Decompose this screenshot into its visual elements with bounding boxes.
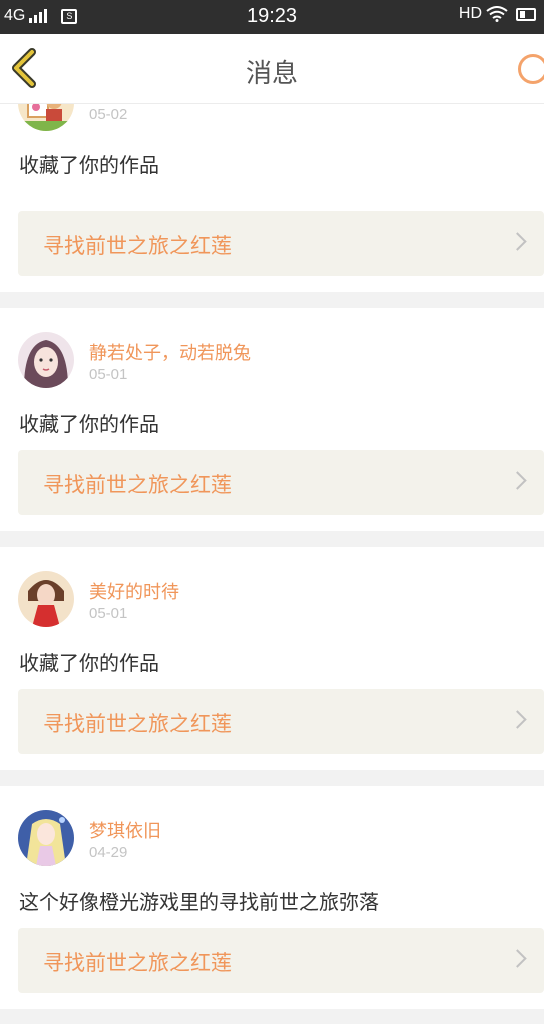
username[interactable]: 美好的时待 — [89, 578, 179, 604]
hd-label: HD — [458, 5, 482, 22]
avatar[interactable] — [18, 332, 74, 388]
avatar[interactable] — [18, 571, 74, 627]
message-date: 05-01 — [89, 605, 128, 622]
work-link[interactable]: 寻找前世之旅之红莲 — [18, 450, 544, 515]
chevron-right-icon — [508, 232, 527, 251]
chevron-right-icon — [508, 949, 527, 968]
work-link[interactable]: 寻找前世之旅之红莲 — [18, 928, 544, 993]
message-date: 05-01 — [89, 366, 128, 383]
work-title: 寻找前世之旅之红莲 — [43, 712, 232, 736]
battery-icon — [516, 7, 536, 21]
message-card: 美好的时待 05-01 收藏了你的作品 寻找前世之旅之红莲 — [0, 547, 544, 770]
username[interactable]: 静若处子，动若脱兔 — [89, 339, 251, 365]
wifi-icon — [486, 6, 508, 22]
work-link[interactable]: 寻找前世之旅之红莲 — [18, 211, 544, 276]
message-text: 这个好像橙光游戏里的寻找前世之旅弥落 — [19, 890, 379, 914]
work-title: 寻找前世之旅之红莲 — [43, 234, 232, 258]
message-text: 收藏了你的作品 — [19, 412, 159, 436]
username[interactable]: 梦琪依旧 — [89, 817, 161, 843]
work-title: 寻找前世之旅之红莲 — [43, 951, 232, 975]
chevron-right-icon — [508, 710, 527, 729]
message-date: 04-29 — [89, 844, 128, 861]
message-card: emotians 05-02 收藏了你的作品 寻找前世之旅之红莲 — [0, 75, 544, 292]
message-text: 收藏了你的作品 — [19, 651, 159, 675]
message-card: 梦琪依旧 04-29 这个好像橙光游戏里的寻找前世之旅弥落 寻找前世之旅之红莲 — [0, 786, 544, 1009]
status-bar: 4G S 19:23 HD — [0, 0, 544, 34]
message-date: 05-02 — [89, 106, 128, 123]
refresh-icon[interactable] — [518, 54, 544, 84]
message-text: 收藏了你的作品 — [19, 153, 159, 177]
work-title: 寻找前世之旅之红莲 — [43, 473, 232, 497]
chevron-right-icon — [508, 471, 527, 490]
page-title: 消息 — [245, 59, 298, 89]
status-right: HD — [459, 5, 536, 23]
work-link[interactable]: 寻找前世之旅之红莲 — [18, 689, 544, 754]
nav-header: 消息 — [0, 34, 544, 104]
message-card: 静若处子，动若脱兔 05-01 收藏了你的作品 寻找前世之旅之红莲 — [0, 308, 544, 531]
avatar[interactable] — [18, 810, 74, 866]
